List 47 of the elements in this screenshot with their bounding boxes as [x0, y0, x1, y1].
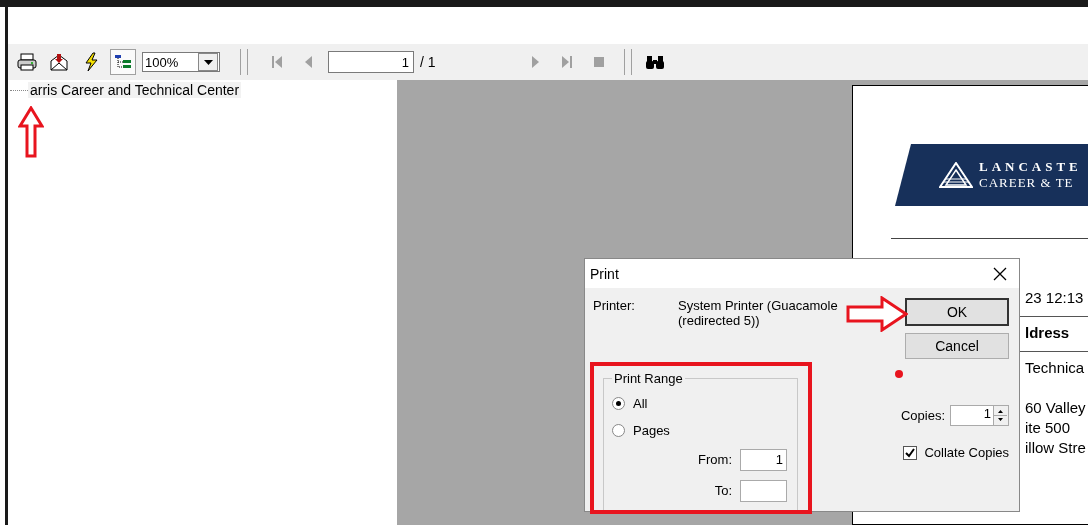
close-icon	[993, 266, 1007, 281]
to-field[interactable]	[740, 479, 787, 502]
from-label: From:	[698, 452, 732, 467]
group-tree-button[interactable]	[110, 49, 136, 75]
range-radio[interactable]: Pages	[612, 417, 789, 444]
binoculars-icon	[644, 54, 665, 70]
copies-spinner[interactable]: 1	[950, 405, 1009, 426]
toolbar-divider	[623, 49, 632, 75]
lightning-icon	[83, 52, 99, 72]
page-number-field[interactable]: 1	[328, 51, 414, 73]
tree-item[interactable]: arris Career and Technical Center	[28, 82, 242, 98]
caret-icon	[203, 59, 213, 65]
logo-icon	[939, 162, 973, 188]
printer-label: Printer:	[593, 298, 636, 315]
to-label: To:	[714, 483, 732, 498]
range-radio[interactable]: All	[612, 390, 789, 417]
next-page-icon	[529, 55, 540, 69]
tree-icon	[114, 54, 132, 70]
printer-icon	[17, 53, 37, 71]
right-arrow	[846, 296, 908, 332]
copies-label: Copies:	[900, 408, 945, 423]
dialog-title: Print	[590, 265, 619, 282]
logo-text: LANCASTE	[979, 159, 1082, 175]
logo-text: CAREER & TE	[979, 175, 1075, 191]
last-page-icon	[560, 55, 573, 69]
toolbar-divider	[240, 49, 248, 75]
printer-name: System Printer (Guacamole (redirected 5))	[678, 298, 838, 328]
previous-page-icon	[304, 55, 314, 69]
report-text: ite 500	[1025, 418, 1072, 438]
report-text: illow Stre	[1025, 438, 1087, 458]
report-text: Technica	[1025, 358, 1086, 378]
collate-checkbox[interactable]: Collate Copies	[903, 445, 1009, 460]
cancel-button[interactable]: Cancel	[905, 333, 1009, 359]
envelope-icon	[49, 52, 69, 72]
from-field[interactable]: 1	[740, 448, 787, 471]
annotation-dot	[895, 370, 903, 378]
up-arrow	[18, 106, 44, 158]
report-heading: ldress	[1025, 323, 1071, 343]
group-title: Print Range	[613, 371, 684, 386]
zoom-dropdown[interactable]: 100%	[142, 52, 220, 72]
page-total: / 1	[420, 54, 436, 70]
stop-icon	[593, 57, 604, 67]
report-text: 23 12:13	[1025, 288, 1085, 308]
first-page-icon	[271, 55, 283, 69]
checkmark-icon	[905, 447, 916, 458]
ok-button[interactable]: OK	[905, 298, 1009, 326]
report-text: 60 Valley	[1025, 398, 1087, 418]
